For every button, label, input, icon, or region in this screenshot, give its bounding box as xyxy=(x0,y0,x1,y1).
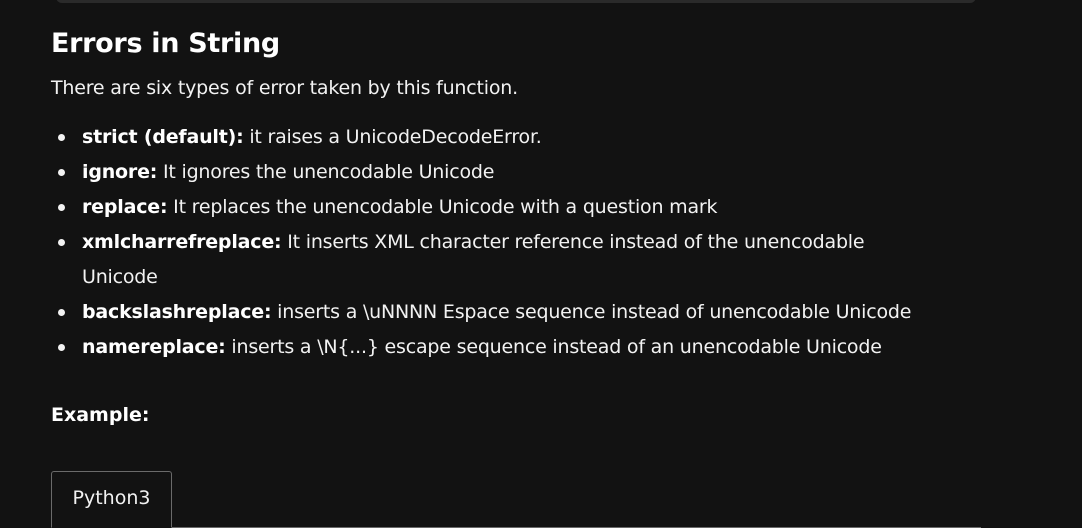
list-item: backslashreplace: inserts a \uNNNN Espac… xyxy=(51,295,1051,330)
error-term: strict (default): xyxy=(82,126,244,148)
error-description: it raises a UnicodeDecodeError. xyxy=(243,126,542,148)
article-content: Errors in String There are six types of … xyxy=(51,24,1051,429)
list-item: namereplace: inserts a \N{...} escape se… xyxy=(51,330,1051,365)
error-term: namereplace: xyxy=(82,336,226,358)
list-item: strict (default): it raises a UnicodeDec… xyxy=(51,120,1051,155)
error-term: replace: xyxy=(82,196,168,218)
error-description: It ignores the unencodable Unicode xyxy=(157,161,495,183)
code-tab-bar: Python3 xyxy=(51,471,981,528)
error-term: backslashreplace: xyxy=(82,301,272,323)
tab-python3[interactable]: Python3 xyxy=(51,471,172,528)
section-heading: Errors in String xyxy=(51,28,280,59)
error-term: ignore: xyxy=(82,161,158,183)
error-term: xmlcharrefreplace: xyxy=(82,231,282,253)
error-description: inserts a \uNNNN Espace sequence instead… xyxy=(271,301,912,323)
list-item: xmlcharrefreplace: It inserts XML charac… xyxy=(51,225,932,295)
example-heading: Example: xyxy=(51,404,150,426)
article-page: Errors in String There are six types of … xyxy=(0,0,1082,528)
error-description: inserts a \N{...} escape sequence instea… xyxy=(225,336,882,358)
intro-paragraph: There are six types of error taken by th… xyxy=(51,77,518,99)
previous-code-block-edge xyxy=(56,0,976,3)
error-description: It replaces the unencodable Unicode with… xyxy=(167,196,718,218)
list-item: ignore: It ignores the unencodable Unico… xyxy=(51,155,1051,190)
list-item: replace: It replaces the unencodable Uni… xyxy=(51,190,1051,225)
error-types-list: strict (default): it raises a UnicodeDec… xyxy=(51,120,1051,365)
